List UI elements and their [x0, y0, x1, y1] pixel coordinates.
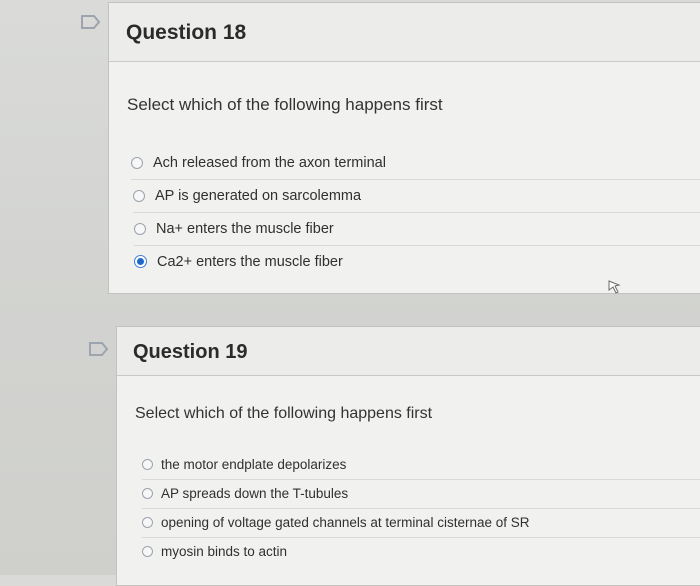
answer-option[interactable]: Na+ enters the muscle fiber — [134, 212, 700, 246]
mouse-cursor-icon — [608, 280, 621, 294]
radio-button[interactable] — [142, 488, 153, 499]
question-18-card: Question 18 Select which of the followin… — [108, 2, 700, 294]
answer-option[interactable]: AP is generated on sarcolemma — [133, 179, 700, 213]
radio-button[interactable] — [134, 222, 146, 235]
answer-option-label: the motor endplate depolarizes — [161, 457, 347, 472]
flag-question-icon[interactable] — [88, 341, 110, 357]
answer-option[interactable]: myosin binds to actin — [142, 537, 700, 566]
answer-option-selected[interactable]: Ca2+ enters the muscle fiber — [134, 245, 700, 278]
radio-button-selected[interactable] — [134, 255, 147, 268]
question-prompt: Select which of the following happens fi… — [127, 95, 443, 114]
radio-button[interactable] — [142, 459, 153, 470]
question-title: Question 18 — [126, 21, 247, 44]
answer-option[interactable]: the motor endplate depolarizes — [142, 450, 700, 480]
answer-option-label: Na+ enters the muscle fiber — [156, 220, 334, 237]
question-title: Question 19 — [133, 341, 248, 363]
radio-button[interactable] — [131, 156, 143, 169]
answer-option[interactable]: Ach released from the axon terminal — [131, 146, 700, 180]
answer-option-label: opening of voltage gated channels at ter… — [161, 515, 530, 530]
radio-button[interactable] — [142, 517, 153, 528]
answer-option[interactable]: opening of voltage gated channels at ter… — [142, 508, 700, 538]
answer-option-label: Ach released from the axon terminal — [153, 154, 386, 171]
answer-option-label: AP is generated on sarcolemma — [155, 187, 362, 204]
answer-option-label: Ca2+ enters the muscle fiber — [157, 253, 343, 270]
answer-option-label: myosin binds to actin — [161, 544, 288, 559]
answer-option-label: AP spreads down the T-tubules — [161, 486, 349, 501]
question-19-card: Question 19 Select which of the followin… — [116, 326, 700, 586]
radio-button[interactable] — [133, 189, 145, 202]
answer-option[interactable]: AP spreads down the T-tubules — [142, 479, 700, 509]
radio-button[interactable] — [142, 546, 153, 557]
question-prompt: Select which of the following happens fi… — [135, 405, 433, 422]
flag-question-icon[interactable] — [80, 14, 102, 30]
